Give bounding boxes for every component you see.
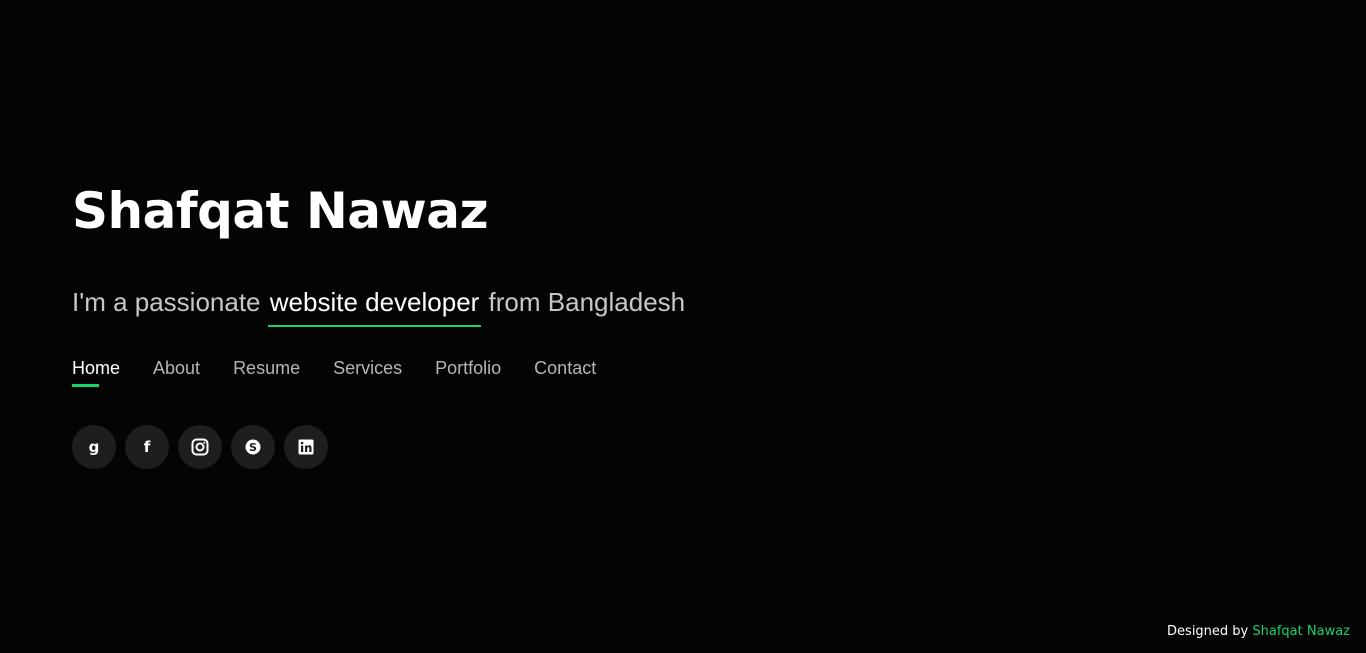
tagline-prefix: I'm a passionate (72, 287, 268, 317)
tagline: I'm a passionate website developer from … (72, 284, 686, 327)
nav-portfolio[interactable]: Portfolio (435, 356, 501, 380)
credits-prefix: Designed by (1167, 624, 1253, 639)
nav-contact[interactable]: Contact (534, 356, 596, 380)
credits-author-link[interactable]: Shafqat Nawaz (1252, 624, 1350, 639)
svg-text:f: f (144, 438, 151, 456)
linkedin-icon (298, 439, 314, 455)
hero-section: Shafqat Nawaz I'm a passionate website d… (72, 176, 685, 469)
instagram-link[interactable] (178, 425, 222, 469)
tagline-suffix: from Bangladesh (481, 287, 686, 317)
github-link[interactable]: g (72, 425, 116, 469)
skype-icon: S (245, 439, 261, 455)
footer-credits: Designed by Shafqat Nawaz (1167, 624, 1350, 639)
linkedin-link[interactable] (284, 425, 328, 469)
svg-text:S: S (249, 441, 257, 454)
facebook-link[interactable]: f (125, 425, 169, 469)
skype-link[interactable]: S (231, 425, 275, 469)
nav-services[interactable]: Services (333, 356, 402, 380)
tagline-highlight: website developer (267, 284, 482, 327)
page-title: Shafqat Nawaz (72, 182, 489, 240)
nav-resume[interactable]: Resume (233, 356, 300, 380)
github-icon: g (89, 438, 100, 456)
facebook-icon: f (144, 438, 151, 456)
svg-text:g: g (89, 438, 100, 456)
main-nav: Home About Resume Services Portfolio Con… (72, 356, 629, 387)
instagram-icon (191, 438, 209, 456)
nav-about[interactable]: About (153, 356, 200, 380)
social-links: g f S (72, 425, 337, 469)
nav-home[interactable]: Home (72, 356, 120, 387)
